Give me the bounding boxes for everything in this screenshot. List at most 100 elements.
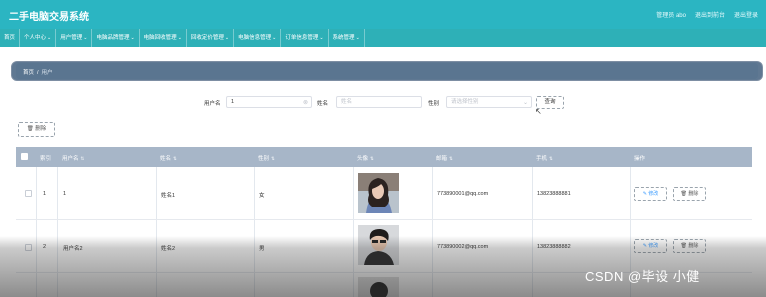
chevron-down-icon: ⌄ — [319, 35, 324, 41]
column-header-email[interactable]: 邮箱 ⇅ — [436, 154, 453, 162]
row-checkbox[interactable] — [25, 244, 32, 251]
cell-name: 姓名1 — [161, 193, 176, 199]
username-value: 1 — [231, 99, 235, 105]
breadcrumb-bar: 首页 / 用户 — [11, 61, 763, 81]
sort-icon: ⇅ — [271, 156, 275, 161]
bulk-delete-label: 删除 — [35, 126, 47, 132]
trash-icon: 🗑 — [680, 191, 687, 197]
breadcrumb-inner — [16, 63, 758, 79]
nav-item-system[interactable]: 系统管理⌄ — [329, 29, 365, 47]
avatar-photo — [358, 173, 399, 213]
cell-index: 2 — [43, 244, 47, 250]
column-label: 姓名 — [160, 156, 172, 162]
gender-placeholder: 请选择性别 — [451, 99, 479, 105]
sort-icon: ⇅ — [549, 156, 553, 161]
edit-icon: ✎ — [642, 191, 647, 197]
watermark: CSDN @毕设 小健 — [585, 269, 700, 284]
gender-select[interactable]: 请选择性别 ⌄ — [446, 96, 532, 108]
column-label: 性别 — [258, 156, 270, 162]
breadcrumb: 首页 / 用户 — [23, 68, 53, 76]
nav-item-recycle[interactable]: 电脑回收管理⌄ — [140, 29, 187, 47]
row-checkbox[interactable] — [25, 190, 32, 197]
name-placeholder: 姓名 — [341, 99, 353, 105]
column-header-username[interactable]: 用户名 ⇅ — [62, 154, 84, 162]
trash-icon: 🗑 — [26, 126, 34, 132]
name-label: 姓名 — [317, 101, 329, 107]
table-row: 1 1 姓名1 女 773890001@qq.com 13823888881 ✎… — [16, 167, 752, 220]
column-header-name[interactable]: 姓名 ⇅ — [160, 154, 177, 162]
column-label: 头像 — [357, 156, 369, 162]
current-user: 管理员 abo — [656, 13, 686, 19]
chevron-down-icon: ⌄ — [355, 35, 360, 41]
clear-icon[interactable]: ⊗ — [303, 98, 308, 108]
column-label: 用户名 — [62, 156, 79, 162]
breadcrumb-separator: / — [37, 70, 39, 76]
avatar-photo — [358, 277, 399, 297]
chevron-down-icon: ⌄ — [177, 35, 182, 41]
nav-item-pricing[interactable]: 回收定价管理⌄ — [187, 29, 235, 47]
nav-item-label: 订单信息管理 — [285, 35, 319, 41]
name-input[interactable]: 姓名 — [336, 96, 422, 108]
search-form: 用户名 1 ⊗ 姓名 姓名 性别 请选择性别 ⌄ 查询 — [0, 96, 766, 110]
sort-icon: ⇅ — [173, 156, 177, 161]
breadcrumb-current: 用户 — [41, 70, 53, 76]
cell-phone: 13823888882 — [537, 244, 571, 250]
cell-gender: 男 — [259, 246, 265, 252]
column-header-avatar[interactable]: 头像 ⇅ — [357, 154, 374, 162]
cell-email: 773890002@qq.com — [437, 244, 489, 250]
chevron-down-icon: ⌄ — [224, 35, 230, 41]
mouse-cursor-icon: ↖ — [535, 107, 542, 116]
chevron-down-icon: ⌄ — [47, 35, 52, 41]
edit-button[interactable]: ✎ 修改 — [634, 239, 667, 253]
nav-item-brands[interactable]: 电脑品牌管理⌄ — [92, 29, 140, 47]
column-label: 手机 — [536, 156, 548, 162]
sort-icon: ⇅ — [449, 156, 453, 161]
delete-label: 删除 — [688, 243, 699, 249]
app-title: 二手电脑交易系统 — [9, 12, 89, 23]
page: 二手电脑交易系统 管理员 abo 退出到前台 退出登录 首页 个人中心⌄ 用户管… — [0, 0, 766, 297]
cell-index: 1 — [43, 191, 47, 197]
column-header-index[interactable]: 索引 — [40, 154, 51, 162]
bulk-delete-button[interactable]: 🗑 删除 — [18, 122, 55, 137]
logout-link[interactable]: 退出登录 — [734, 10, 758, 19]
back-to-front-link[interactable]: 退出到前台 — [695, 10, 725, 19]
nav-item-label: 电脑回收管理 — [143, 35, 177, 41]
edit-icon: ✎ — [642, 243, 647, 249]
nav-item-label: 系统管理 — [332, 35, 355, 41]
username-input[interactable]: 1 ⊗ — [226, 96, 312, 108]
edit-label: 修改 — [648, 243, 659, 249]
select-all-checkbox[interactable] — [21, 153, 28, 160]
trash-icon: 🗑 — [680, 243, 687, 249]
nav-item-label: 电脑信息管理 — [238, 35, 272, 41]
delete-button[interactable]: 🗑 删除 — [673, 239, 706, 253]
nav-item-home[interactable]: 首页 — [0, 29, 21, 47]
nav-item-label: 首页 — [4, 35, 16, 41]
cell-email: 773890001@qq.com — [437, 191, 489, 197]
gender-label: 性别 — [428, 101, 440, 107]
chevron-down-icon: ⌄ — [130, 35, 135, 41]
column-header-gender[interactable]: 性别 ⇅ — [258, 154, 275, 162]
nav-item-computers[interactable]: 电脑信息管理⌄ — [234, 29, 282, 47]
nav-item-orders[interactable]: 订单信息管理⌄ — [281, 29, 329, 47]
edit-label: 修改 — [648, 191, 659, 197]
cell-username: 用户名2 — [63, 246, 83, 252]
cell-phone: 13823888881 — [537, 191, 571, 197]
nav-item-profile[interactable]: 个人中心⌄ — [20, 29, 57, 47]
column-label: 操作 — [634, 156, 646, 162]
edit-button[interactable]: ✎ 修改 — [634, 187, 667, 201]
chevron-down-icon: ⌄ — [272, 35, 277, 41]
column-header-phone[interactable]: 手机 ⇅ — [536, 154, 553, 162]
avatar — [358, 173, 399, 213]
chevron-down-icon: ⌄ — [83, 35, 88, 41]
main-nav: 首页 个人中心⌄ 用户管理⌄ 电脑品牌管理⌄ 电脑回收管理⌄ 回收定价管理⌄ 电… — [0, 29, 766, 47]
nav-item-label: 电脑品牌管理 — [96, 35, 130, 41]
breadcrumb-home[interactable]: 首页 — [23, 70, 34, 76]
nav-item-users[interactable]: 用户管理⌄ — [56, 29, 93, 47]
avatar-photo — [358, 225, 399, 265]
sort-icon: ⇅ — [80, 156, 85, 161]
nav-item-label: 个人中心 — [24, 35, 47, 41]
chevron-down-icon: ⌄ — [522, 100, 528, 106]
cell-name: 姓名2 — [161, 246, 176, 252]
cell-gender: 女 — [259, 193, 265, 199]
delete-button[interactable]: 🗑 删除 — [673, 187, 706, 201]
